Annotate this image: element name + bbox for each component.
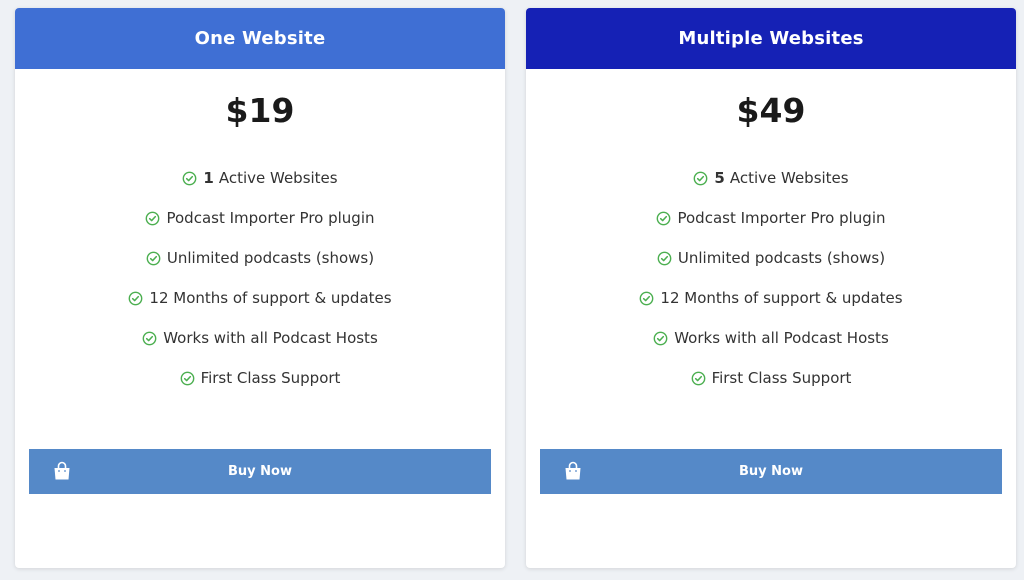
feature-item: Podcast Importer Pro plugin bbox=[526, 198, 1016, 238]
buy-now-button[interactable]: Buy Now bbox=[540, 449, 1002, 494]
check-circle-icon bbox=[653, 331, 668, 346]
check-circle-icon bbox=[639, 291, 654, 306]
check-circle-icon bbox=[182, 171, 197, 186]
feature-count: 1 bbox=[203, 169, 214, 187]
feature-item: 5 Active Websites bbox=[526, 158, 1016, 198]
shopping-bag-icon bbox=[562, 460, 584, 482]
check-circle-icon bbox=[656, 211, 671, 226]
feature-item: First Class Support bbox=[526, 358, 1016, 398]
plan-title: One Website bbox=[15, 8, 505, 69]
feature-item: Works with all Podcast Hosts bbox=[526, 318, 1016, 358]
feature-list: 1 Active Websites Podcast Importer Pro p… bbox=[15, 158, 505, 398]
feature-text: Active Websites bbox=[218, 169, 338, 187]
feature-item: Unlimited podcasts (shows) bbox=[526, 238, 1016, 278]
feature-item: 12 Months of support & updates bbox=[526, 278, 1016, 318]
feature-text: 12 Months of support & updates bbox=[660, 289, 903, 307]
feature-item: Unlimited podcasts (shows) bbox=[15, 238, 505, 278]
plan-title: Multiple Websites bbox=[526, 8, 1016, 69]
buy-now-button[interactable]: Buy Now bbox=[29, 449, 491, 494]
feature-item: 1 Active Websites bbox=[15, 158, 505, 198]
buy-now-label: Buy Now bbox=[228, 464, 292, 479]
feature-text: Unlimited podcasts (shows) bbox=[166, 249, 375, 267]
check-circle-icon bbox=[146, 251, 161, 266]
feature-item: Podcast Importer Pro plugin bbox=[15, 198, 505, 238]
plan-price: $49 bbox=[736, 91, 806, 130]
feature-list: 5 Active Websites Podcast Importer Pro p… bbox=[526, 158, 1016, 398]
check-circle-icon bbox=[128, 291, 143, 306]
feature-text: Active Websites bbox=[729, 169, 849, 187]
feature-item: First Class Support bbox=[15, 358, 505, 398]
plan-price: $19 bbox=[225, 91, 295, 130]
feature-text: First Class Support bbox=[200, 369, 341, 387]
check-circle-icon bbox=[145, 211, 160, 226]
feature-item: 12 Months of support & updates bbox=[15, 278, 505, 318]
feature-text: Works with all Podcast Hosts bbox=[163, 329, 378, 347]
feature-text: Podcast Importer Pro plugin bbox=[677, 209, 886, 227]
feature-count: 5 bbox=[714, 169, 725, 187]
feature-item: Works with all Podcast Hosts bbox=[15, 318, 505, 358]
buy-now-label: Buy Now bbox=[739, 464, 803, 479]
shopping-bag-icon bbox=[51, 460, 73, 482]
feature-text: 12 Months of support & updates bbox=[149, 289, 392, 307]
pricing-card-multiple-websites: Multiple Websites $49 5 Active Websites … bbox=[526, 8, 1016, 568]
check-circle-icon bbox=[693, 171, 708, 186]
check-circle-icon bbox=[180, 371, 195, 386]
check-circle-icon bbox=[142, 331, 157, 346]
feature-text: Podcast Importer Pro plugin bbox=[166, 209, 375, 227]
feature-text: First Class Support bbox=[711, 369, 852, 387]
feature-text: Works with all Podcast Hosts bbox=[674, 329, 889, 347]
pricing-card-one-website: One Website $19 1 Active Websites Podcas… bbox=[15, 8, 505, 568]
check-circle-icon bbox=[657, 251, 672, 266]
check-circle-icon bbox=[691, 371, 706, 386]
feature-text: Unlimited podcasts (shows) bbox=[677, 249, 886, 267]
